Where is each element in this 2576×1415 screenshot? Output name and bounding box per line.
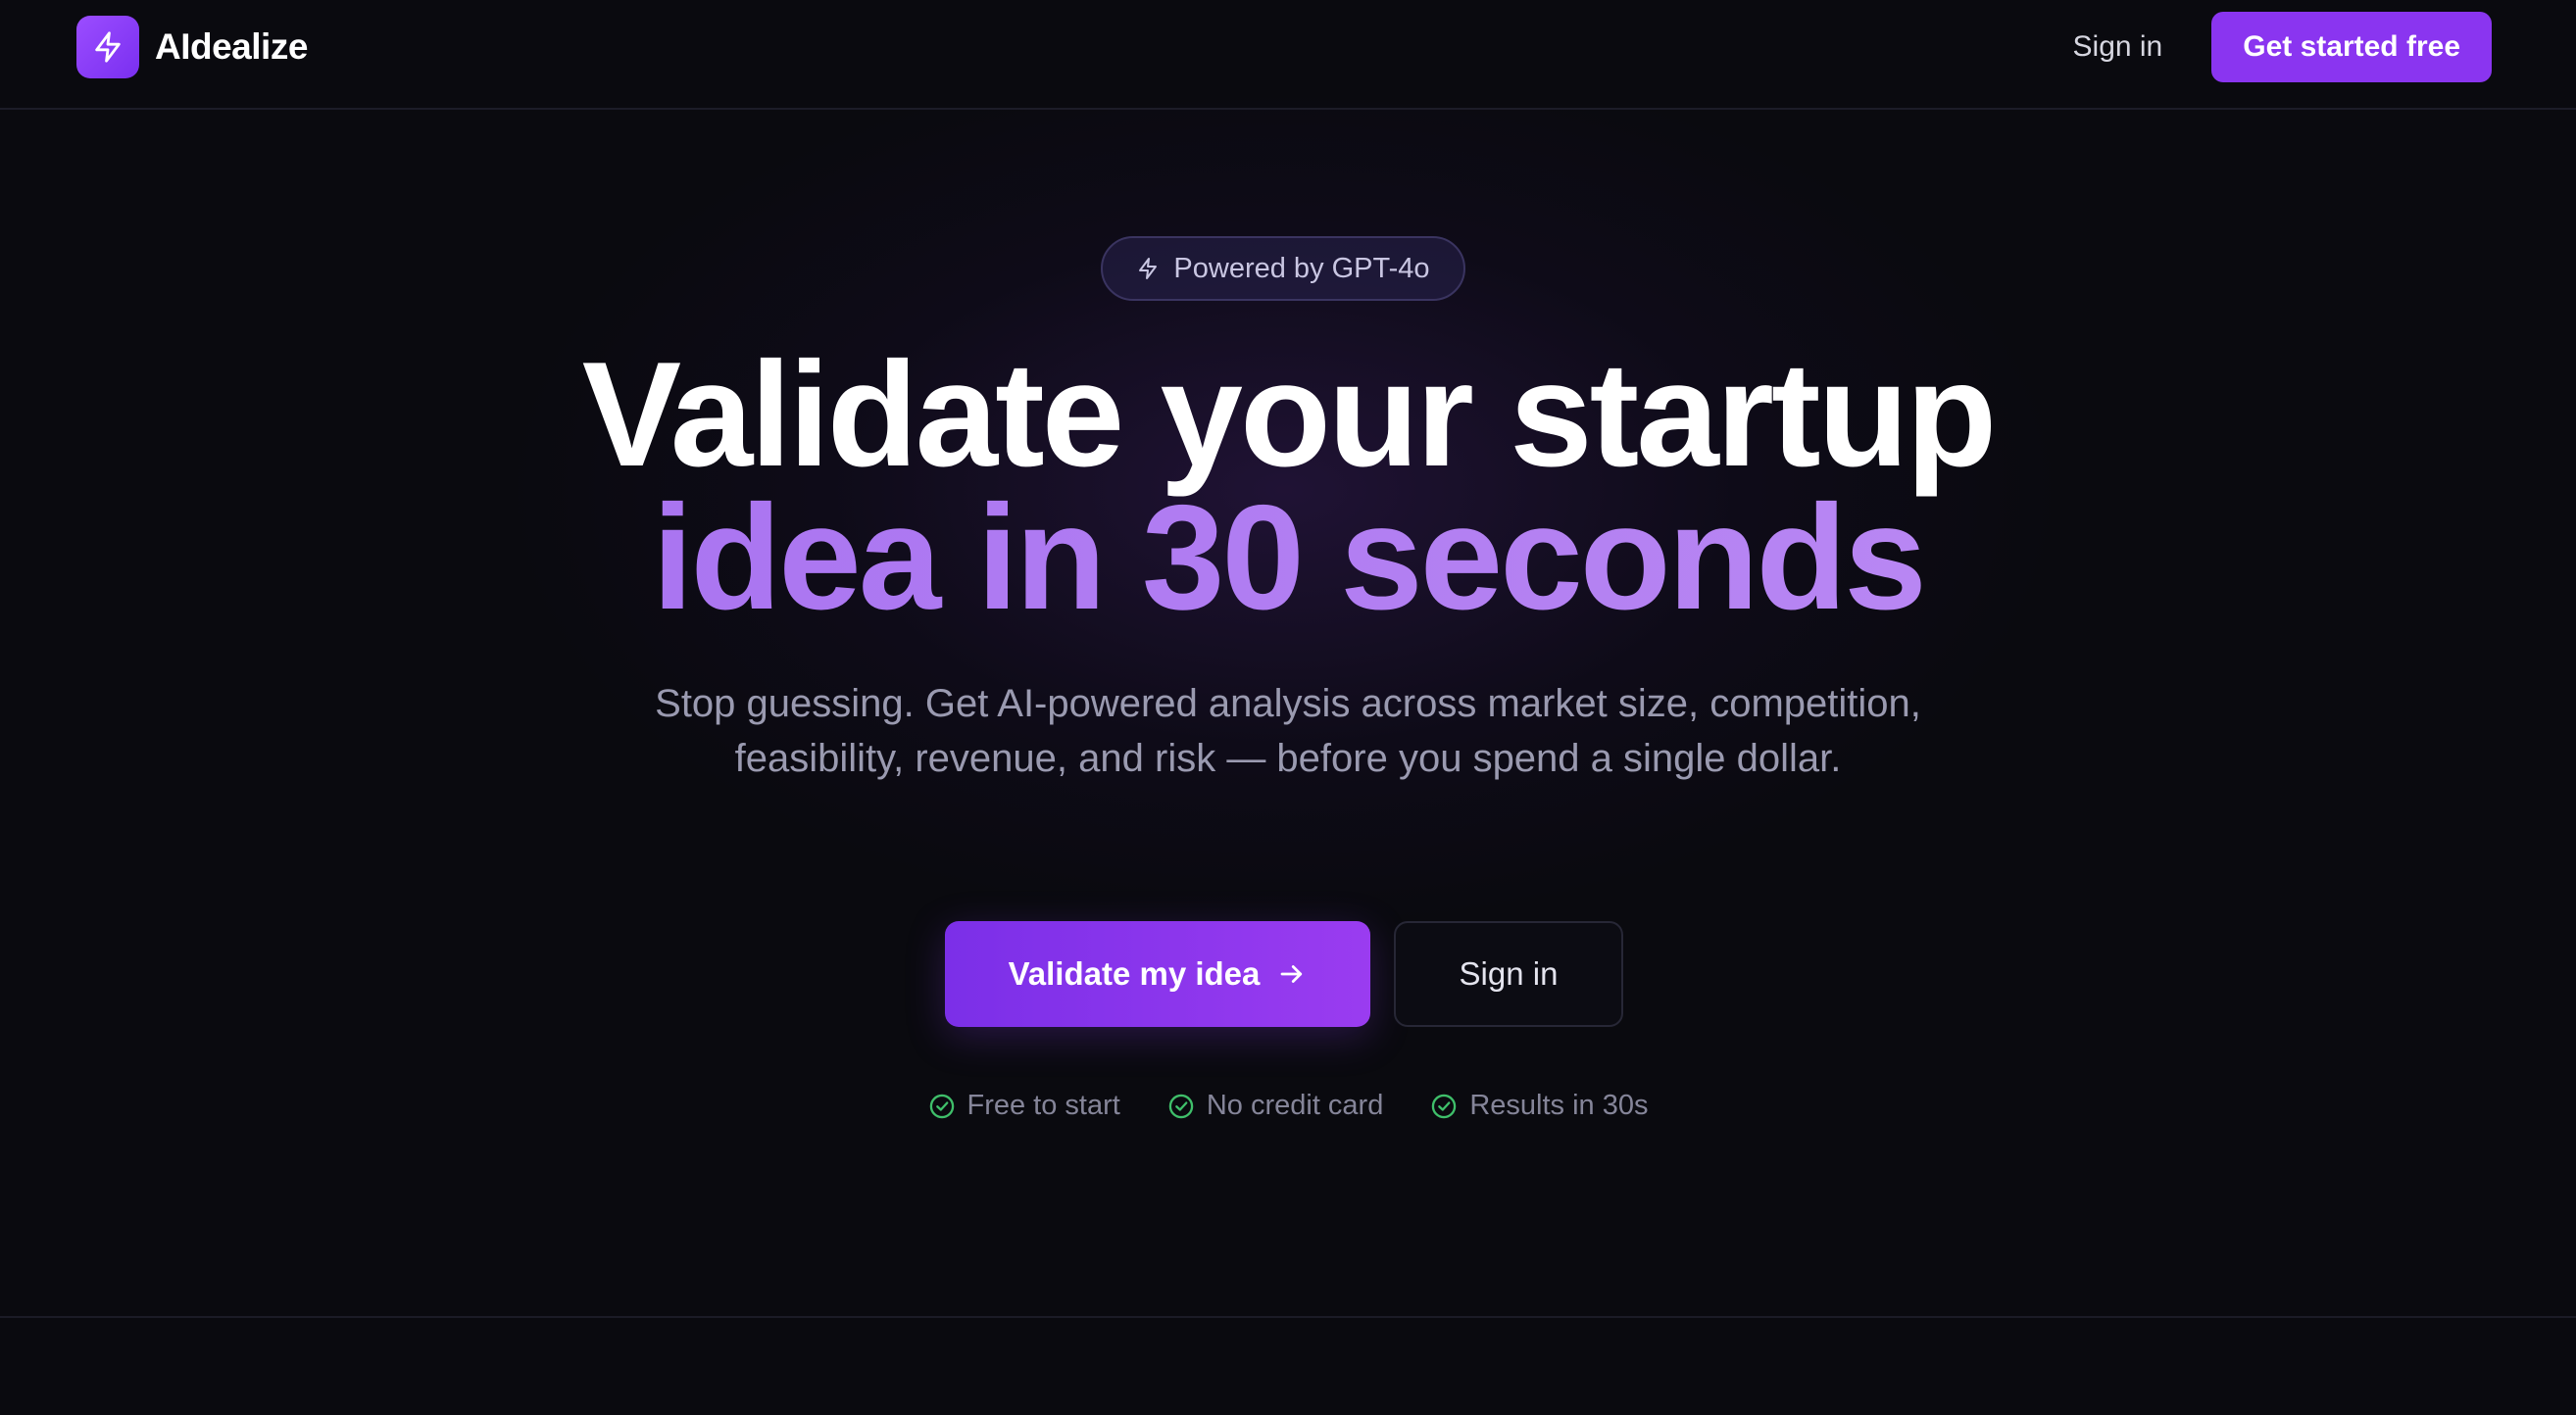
section-divider [0,1316,2576,1318]
feature-label: Results in 30s [1469,1090,1649,1121]
validate-idea-label: Validate my idea [1008,955,1261,992]
hero-sign-in-button[interactable]: Sign in [1394,921,1623,1027]
hero-subtitle: Stop guessing. Get AI-powered analysis a… [655,682,1921,780]
feature-item: No credit card [1167,1090,1384,1122]
check-circle-icon [1430,1093,1458,1120]
headline-line-2: idea in 30 seconds [0,483,2576,632]
badge-text: Powered by GPT-4o [1173,252,1430,284]
get-started-button[interactable]: Get started free [2211,12,2492,82]
feature-item: Free to start [928,1090,1120,1122]
lightning-icon [1136,257,1160,280]
headline-line-1: Validate your startup [581,331,1998,498]
validate-idea-button[interactable]: Validate my idea [945,921,1370,1027]
nav-actions: Sign in Get started free [2073,12,2492,82]
hero-headline: Validate your startup idea in 30 seconds [0,331,2576,632]
feature-list: Free to start No credit card Results in … [0,1090,2576,1122]
arrow-right-icon [1277,959,1307,989]
feature-item: Results in 30s [1430,1090,1649,1122]
lightning-icon [76,16,139,78]
landing-page: AIdealize Sign in Get started free Power… [0,0,2576,1415]
nav-sign-in-link[interactable]: Sign in [2073,30,2163,64]
check-circle-icon [1167,1093,1195,1120]
feature-label: No credit card [1206,1090,1384,1121]
brand[interactable]: AIdealize [76,16,308,78]
powered-by-badge: Powered by GPT-4o [1101,236,1465,301]
check-circle-icon [928,1093,956,1120]
cta-row: Validate my idea Sign in [945,921,1623,1027]
brand-name: AIdealize [155,26,308,67]
feature-label: Free to start [966,1090,1120,1121]
navbar: AIdealize Sign in Get started free [0,0,2576,110]
